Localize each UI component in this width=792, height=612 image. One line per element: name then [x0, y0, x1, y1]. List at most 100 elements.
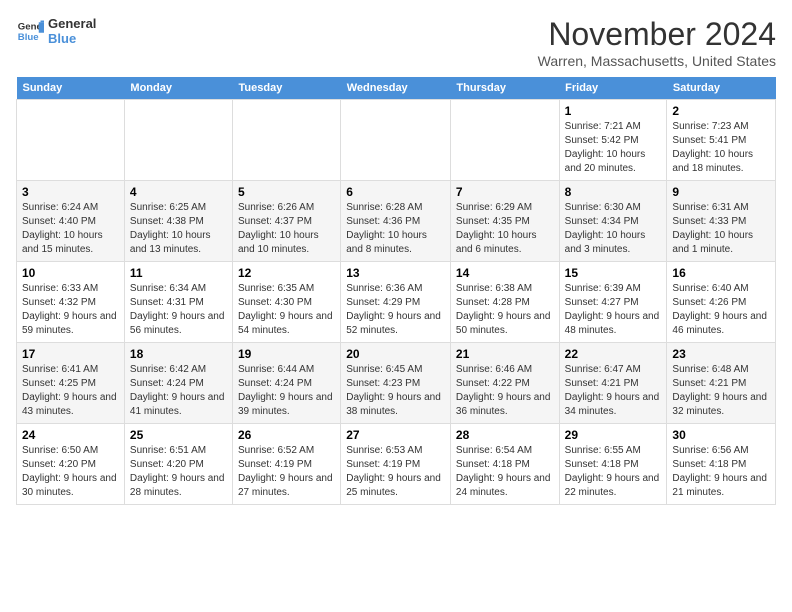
day-cell: 3 Sunrise: 6:24 AM Sunset: 4:40 PM Daylig…: [17, 181, 125, 262]
month-title: November 2024: [538, 16, 776, 53]
day-cell: 5 Sunrise: 6:26 AM Sunset: 4:37 PM Daylig…: [233, 181, 341, 262]
day-number: 3: [22, 185, 119, 199]
day-cell: [450, 100, 559, 181]
day-number: 13: [346, 266, 445, 280]
day-cell: 19 Sunrise: 6:44 AM Sunset: 4:24 PM Dayli…: [233, 343, 341, 424]
day-cell: 21 Sunrise: 6:46 AM Sunset: 4:22 PM Dayli…: [450, 343, 559, 424]
day-info: Sunrise: 6:35 AM Sunset: 4:30 PM Dayligh…: [238, 282, 335, 338]
day-info: Sunrise: 6:47 AM Sunset: 4:21 PM Dayligh…: [565, 363, 662, 419]
day-cell: 22 Sunrise: 6:47 AM Sunset: 4:21 PM Dayli…: [559, 343, 667, 424]
day-number: 5: [238, 185, 335, 199]
day-number: 12: [238, 266, 335, 280]
header: General Blue General Blue November 2024 …: [16, 16, 776, 69]
day-info: Sunrise: 6:26 AM Sunset: 4:37 PM Dayligh…: [238, 201, 335, 257]
day-cell: 14 Sunrise: 6:38 AM Sunset: 4:28 PM Dayli…: [450, 262, 559, 343]
day-number: 25: [130, 428, 227, 442]
day-info: Sunrise: 6:56 AM Sunset: 4:18 PM Dayligh…: [672, 444, 770, 500]
day-info: Sunrise: 6:44 AM Sunset: 4:24 PM Dayligh…: [238, 363, 335, 419]
logo-blue: Blue: [48, 31, 96, 46]
day-info: Sunrise: 6:36 AM Sunset: 4:29 PM Dayligh…: [346, 282, 445, 338]
day-info: Sunrise: 7:23 AM Sunset: 5:41 PM Dayligh…: [672, 120, 770, 176]
day-number: 18: [130, 347, 227, 361]
day-cell: 16 Sunrise: 6:40 AM Sunset: 4:26 PM Dayli…: [667, 262, 776, 343]
calendar-header-row: SundayMondayTuesdayWednesdayThursdayFrid…: [17, 77, 776, 100]
day-cell: [124, 100, 232, 181]
day-cell: 28Sunrise: 6:54 AM Sunset: 4:18 PM Dayli…: [450, 424, 559, 505]
day-number: 24: [22, 428, 119, 442]
day-number: 23: [672, 347, 770, 361]
svg-text:Blue: Blue: [18, 32, 39, 43]
week-row-1: 3 Sunrise: 6:24 AM Sunset: 4:40 PM Daylig…: [17, 181, 776, 262]
day-cell: 23 Sunrise: 6:48 AM Sunset: 4:21 PM Dayli…: [667, 343, 776, 424]
header-friday: Friday: [559, 77, 667, 100]
day-cell: 9 Sunrise: 6:31 AM Sunset: 4:33 PM Daylig…: [667, 181, 776, 262]
logo: General Blue General Blue: [16, 16, 96, 46]
week-row-4: 24Sunrise: 6:50 AM Sunset: 4:20 PM Dayli…: [17, 424, 776, 505]
day-number: 4: [130, 185, 227, 199]
logo-general: General: [48, 16, 96, 31]
day-cell: 29Sunrise: 6:55 AM Sunset: 4:18 PM Dayli…: [559, 424, 667, 505]
day-number: 30: [672, 428, 770, 442]
day-number: 6: [346, 185, 445, 199]
day-info: Sunrise: 6:55 AM Sunset: 4:18 PM Dayligh…: [565, 444, 662, 500]
day-number: 28: [456, 428, 554, 442]
header-wednesday: Wednesday: [341, 77, 451, 100]
day-cell: 24Sunrise: 6:50 AM Sunset: 4:20 PM Dayli…: [17, 424, 125, 505]
day-info: Sunrise: 6:53 AM Sunset: 4:19 PM Dayligh…: [346, 444, 445, 500]
day-info: Sunrise: 6:38 AM Sunset: 4:28 PM Dayligh…: [456, 282, 554, 338]
header-monday: Monday: [124, 77, 232, 100]
day-info: Sunrise: 6:45 AM Sunset: 4:23 PM Dayligh…: [346, 363, 445, 419]
day-number: 26: [238, 428, 335, 442]
day-info: Sunrise: 6:31 AM Sunset: 4:33 PM Dayligh…: [672, 201, 770, 257]
day-number: 21: [456, 347, 554, 361]
day-number: 7: [456, 185, 554, 199]
header-thursday: Thursday: [450, 77, 559, 100]
day-info: Sunrise: 6:29 AM Sunset: 4:35 PM Dayligh…: [456, 201, 554, 257]
day-number: 14: [456, 266, 554, 280]
header-sunday: Sunday: [17, 77, 125, 100]
day-number: 9: [672, 185, 770, 199]
day-info: Sunrise: 6:24 AM Sunset: 4:40 PM Dayligh…: [22, 201, 119, 257]
day-info: Sunrise: 6:48 AM Sunset: 4:21 PM Dayligh…: [672, 363, 770, 419]
week-row-0: 1Sunrise: 7:21 AM Sunset: 5:42 PM Daylig…: [17, 100, 776, 181]
day-cell: 20Sunrise: 6:45 AM Sunset: 4:23 PM Dayli…: [341, 343, 451, 424]
day-cell: 2Sunrise: 7:23 AM Sunset: 5:41 PM Daylig…: [667, 100, 776, 181]
day-info: Sunrise: 6:41 AM Sunset: 4:25 PM Dayligh…: [22, 363, 119, 419]
day-number: 10: [22, 266, 119, 280]
day-info: Sunrise: 6:40 AM Sunset: 4:26 PM Dayligh…: [672, 282, 770, 338]
day-cell: 7 Sunrise: 6:29 AM Sunset: 4:35 PM Daylig…: [450, 181, 559, 262]
day-number: 17: [22, 347, 119, 361]
title-area: November 2024 Warren, Massachusetts, Uni…: [538, 16, 776, 69]
day-number: 19: [238, 347, 335, 361]
day-info: Sunrise: 7:21 AM Sunset: 5:42 PM Dayligh…: [565, 120, 662, 176]
day-cell: 26 Sunrise: 6:52 AM Sunset: 4:19 PM Dayli…: [233, 424, 341, 505]
day-cell: 1Sunrise: 7:21 AM Sunset: 5:42 PM Daylig…: [559, 100, 667, 181]
day-info: Sunrise: 6:52 AM Sunset: 4:19 PM Dayligh…: [238, 444, 335, 500]
day-info: Sunrise: 6:51 AM Sunset: 4:20 PM Dayligh…: [130, 444, 227, 500]
header-tuesday: Tuesday: [233, 77, 341, 100]
day-cell: 25 Sunrise: 6:51 AM Sunset: 4:20 PM Dayli…: [124, 424, 232, 505]
day-cell: 6 Sunrise: 6:28 AM Sunset: 4:36 PM Daylig…: [341, 181, 451, 262]
day-number: 27: [346, 428, 445, 442]
day-cell: [233, 100, 341, 181]
day-cell: 30 Sunrise: 6:56 AM Sunset: 4:18 PM Dayli…: [667, 424, 776, 505]
day-info: Sunrise: 6:42 AM Sunset: 4:24 PM Dayligh…: [130, 363, 227, 419]
day-cell: 8Sunrise: 6:30 AM Sunset: 4:34 PM Daylig…: [559, 181, 667, 262]
day-cell: [17, 100, 125, 181]
day-cell: 27 Sunrise: 6:53 AM Sunset: 4:19 PM Dayli…: [341, 424, 451, 505]
day-info: Sunrise: 6:46 AM Sunset: 4:22 PM Dayligh…: [456, 363, 554, 419]
day-info: Sunrise: 6:34 AM Sunset: 4:31 PM Dayligh…: [130, 282, 227, 338]
week-row-3: 17 Sunrise: 6:41 AM Sunset: 4:25 PM Dayli…: [17, 343, 776, 424]
day-number: 8: [565, 185, 662, 199]
day-info: Sunrise: 6:33 AM Sunset: 4:32 PM Dayligh…: [22, 282, 119, 338]
week-row-2: 10 Sunrise: 6:33 AM Sunset: 4:32 PM Dayli…: [17, 262, 776, 343]
location-title: Warren, Massachusetts, United States: [538, 53, 776, 69]
day-info: Sunrise: 6:28 AM Sunset: 4:36 PM Dayligh…: [346, 201, 445, 257]
day-number: 22: [565, 347, 662, 361]
logo-icon: General Blue: [16, 17, 44, 45]
day-cell: 13 Sunrise: 6:36 AM Sunset: 4:29 PM Dayli…: [341, 262, 451, 343]
day-number: 16: [672, 266, 770, 280]
day-cell: 12 Sunrise: 6:35 AM Sunset: 4:30 PM Dayli…: [233, 262, 341, 343]
day-cell: 4Sunrise: 6:25 AM Sunset: 4:38 PM Daylig…: [124, 181, 232, 262]
day-cell: [341, 100, 451, 181]
